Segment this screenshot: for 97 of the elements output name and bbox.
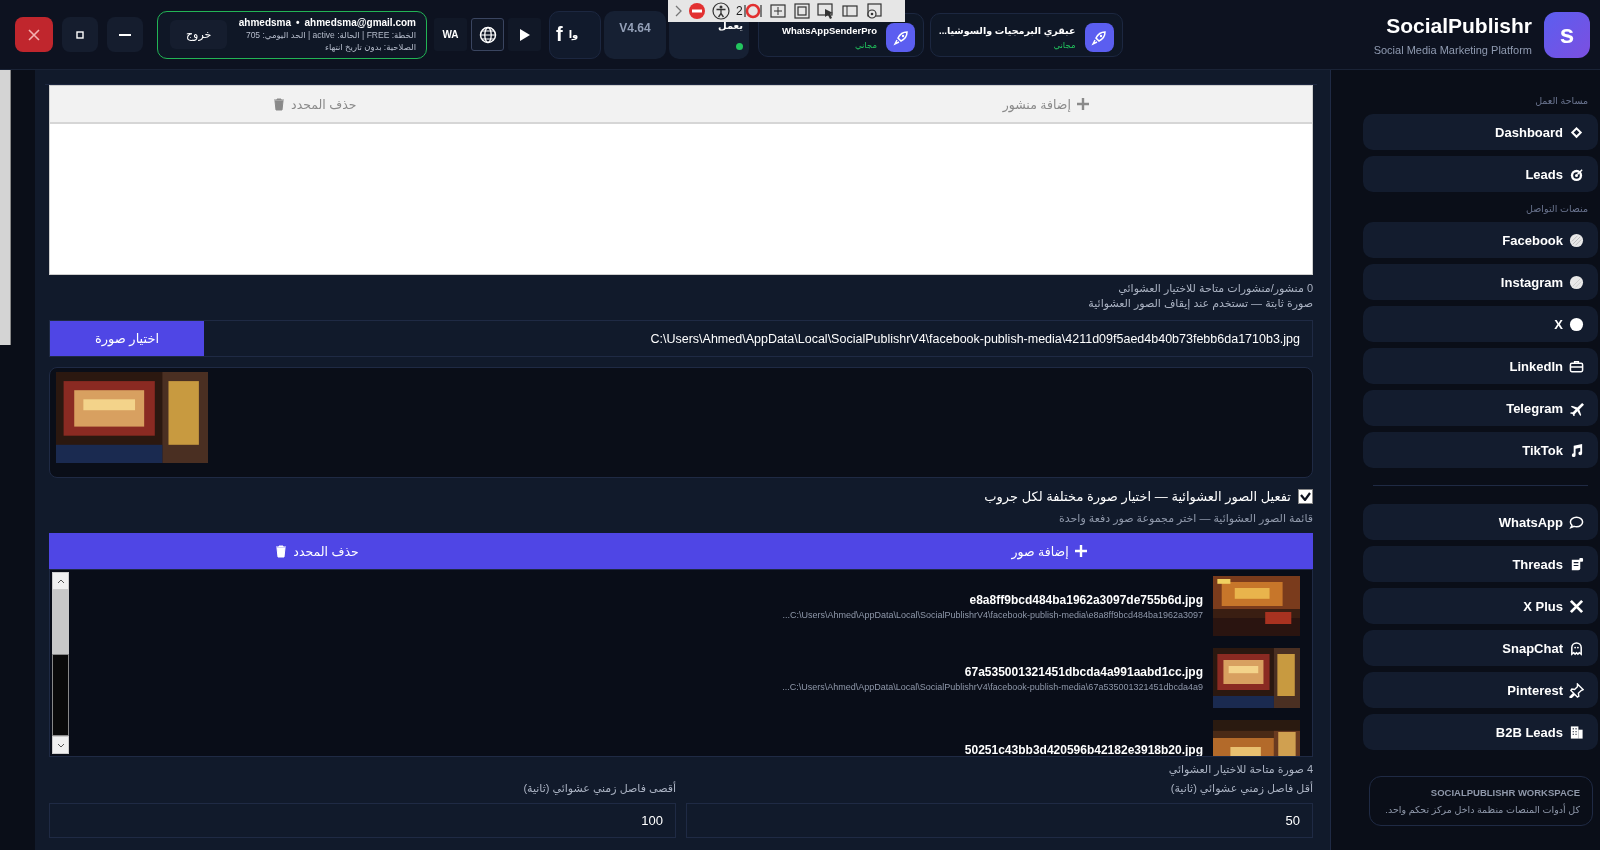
app-name: WhatsAppSenderPro: [782, 25, 877, 36]
sidebar-item[interactable]: WhatsApp: [1363, 504, 1598, 540]
sidebar-item[interactable]: B2B Leads: [1363, 714, 1598, 750]
play-icon: [518, 27, 531, 42]
price-label: مجاني: [1053, 40, 1076, 50]
globe-button[interactable]: [471, 18, 504, 51]
app-tile[interactable]: V4.64: [604, 10, 666, 59]
checkbox[interactable]: [1298, 489, 1313, 504]
accessibility-icon[interactable]: [712, 2, 730, 20]
app-name: عبقري البرمجيات والسوشيا...: [939, 25, 1076, 36]
circle-icon: [1569, 316, 1584, 332]
close-button[interactable]: [15, 17, 53, 52]
sidebar-item[interactable]: SnapChat: [1363, 630, 1598, 666]
sidebar-item[interactable]: Pinterest: [1363, 672, 1598, 708]
posts-count: 0 منشور/منشورات متاحة للاختيار العشوائي: [1117, 282, 1313, 295]
sidebar-item[interactable]: Threads: [1363, 546, 1598, 582]
no-entry-icon[interactable]: [688, 2, 706, 20]
scrollbar[interactable]: [52, 572, 69, 754]
plus-icon: [1074, 545, 1087, 557]
error-icon[interactable]: [742, 2, 763, 20]
whatsapp-button[interactable]: WA: [434, 18, 467, 51]
logout-button[interactable]: خروج: [170, 20, 228, 49]
sidebar-item[interactable]: Telegram: [1363, 390, 1598, 426]
image-file-path: C:\Users\Ahmed\AppData\Local\SocialPublishrV4\facebook-publish-media\67a535001321451dbcda4a9...: [782, 681, 1203, 692]
frame-icon[interactable]: [792, 2, 811, 20]
facebook-icon: f: [556, 23, 563, 46]
rocket-icon: [1084, 23, 1114, 52]
app-tile[interactable]: عبقري البرمجيات والسوشيا... مجاني: [930, 12, 1123, 57]
account-username: ahmedsma: [238, 17, 291, 28]
scroll-up-icon[interactable]: [56, 578, 65, 584]
globe-icon: [478, 25, 497, 44]
field-label: أقل فاصل زمني عشوائي (ثانية): [1169, 782, 1313, 795]
sidebar-item[interactable]: LinkedIn: [1363, 348, 1598, 384]
briefcase-icon: [1569, 358, 1584, 374]
app-title: SocialPublishr: [1386, 13, 1532, 38]
panel-icon[interactable]: [840, 2, 859, 20]
maximize-button[interactable]: [62, 17, 98, 52]
ghost-icon: [1569, 640, 1584, 656]
workspace-description: كل أدوات المنصات منظمة داخل مركز تحكم واحد.: [1385, 804, 1580, 815]
list-caption: قائمة الصور العشوائية — اختر مجموعة صور دفعة واحدة: [1059, 512, 1313, 524]
plan-info: الخطة: FREE | الحالة: active | الحد اليومي: 705: [245, 30, 416, 40]
minimize-icon: [118, 32, 132, 37]
image-file-path: C:\Users\Ahmed\AppData\Local\SocialPublishrV4\facebook-publish-media\e8a8ff9bcd484ba1962a3097...: [782, 609, 1203, 620]
pushpin-icon: [1569, 682, 1584, 698]
field-label: أقصى فاصل زمني عشوائي (ثانية): [522, 782, 676, 795]
number-field[interactable]: 50: [686, 803, 1313, 838]
x-icon: [1569, 598, 1584, 614]
tile-text: وا: [568, 29, 579, 40]
sidebar-item[interactable]: Leads: [1363, 156, 1598, 192]
sidebar-item[interactable]: Instagram: [1363, 264, 1598, 300]
sidebar-item[interactable]: X Plus: [1363, 588, 1598, 624]
number-field[interactable]: 100: [49, 803, 676, 838]
workspace-title: SOCIALPUBLISHR WORKSPACE: [1430, 787, 1580, 798]
window-icon[interactable]: [768, 2, 787, 20]
maximize-icon: [75, 29, 85, 40]
sidebar-item[interactable]: Facebook: [1363, 222, 1598, 258]
add-images-button[interactable]: إضافة صور: [1005, 542, 1093, 560]
validity-info: الصلاحية: بدون تاريخ انتهاء: [324, 42, 416, 52]
image-file-name: 67a535001321451dbcda4a991aabd1cc.jpg: [964, 664, 1203, 679]
building-icon: [1569, 724, 1584, 740]
rocket-icon: [886, 23, 915, 52]
tile-text: V4.64: [619, 20, 651, 35]
circle-icon: [1569, 232, 1584, 248]
circle-icon: [1569, 274, 1584, 290]
trash-icon: [273, 97, 286, 111]
sidebar-item[interactable]: TikTok: [1363, 432, 1598, 468]
image-file-name: 50251c43bb3d420596b42182e3918b20.jpg: [964, 743, 1203, 756]
plus-icon: [1076, 98, 1089, 110]
scroll-icon: [1569, 556, 1584, 572]
price-label: مجاني: [854, 40, 877, 50]
settings-icon[interactable]: [864, 2, 883, 20]
section-title: منصات التواصل: [1525, 203, 1588, 214]
trash-icon: [275, 544, 288, 558]
scroll-down-icon[interactable]: [56, 742, 65, 748]
images-count: 4 صورة متاحة للاختيار العشوائي: [1168, 763, 1313, 775]
close-icon: [27, 27, 41, 42]
image-file-name: e8a8ff9bcd484ba1962a3097de755b6d.jpg: [969, 592, 1203, 607]
scrollbar[interactable]: [0, 70, 11, 345]
play-button[interactable]: [508, 18, 541, 51]
checkbox-label: تفعيل الصور العشوائية — اختيار صورة مختلفة لكل جروب: [984, 489, 1291, 504]
app-subtitle: Social Media Marketing Platform: [1373, 43, 1532, 56]
tile-text: يعمل: [717, 19, 743, 31]
pointer-icon[interactable]: [816, 2, 835, 20]
fixed-image-hint: صورة ثابتة — تستخدم عند إيقاف الصور العشوائية: [1087, 297, 1313, 310]
section-title: مساحة العمل: [1534, 95, 1588, 106]
airplane-icon: [1569, 400, 1584, 416]
music-note-icon: [1569, 442, 1584, 458]
diamond-icon: [1569, 124, 1584, 140]
sidebar-item[interactable]: Dashboard: [1363, 114, 1598, 150]
sidebar-item[interactable]: X: [1363, 306, 1598, 342]
account-email: ahmedsma@gmail.com: [304, 17, 416, 28]
chat-bubble-icon: [1569, 514, 1584, 530]
separator-dot: •: [296, 17, 300, 28]
chevron-icon[interactable]: [674, 5, 682, 17]
target-icon: [1569, 166, 1584, 182]
app-logo: s: [1544, 11, 1590, 58]
delete-selected-button[interactable]: حذف المحدد: [269, 542, 365, 560]
